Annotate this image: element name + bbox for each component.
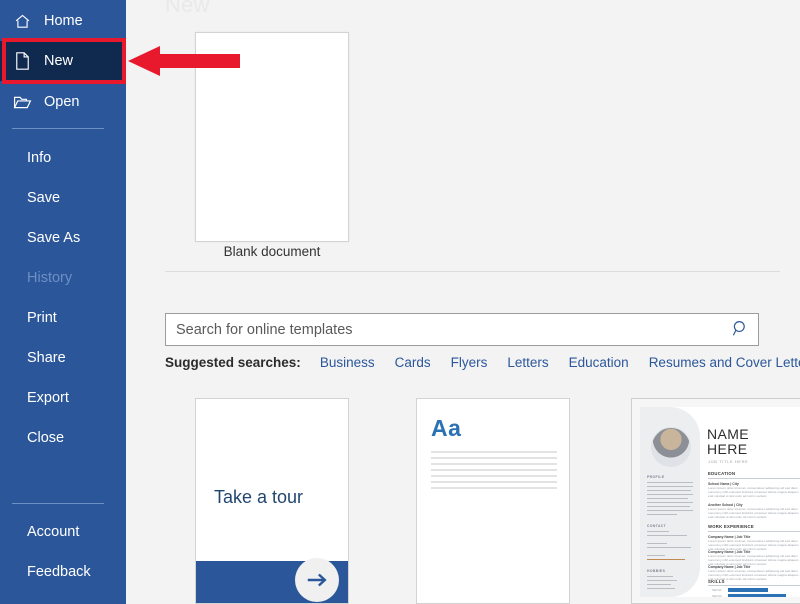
sidebar-item-home-label: Home [44, 13, 83, 29]
sidebar-item-close[interactable]: Close [0, 418, 126, 458]
sidebar-item-open-label: Open [44, 94, 80, 110]
sidebar-item-new-label: New [44, 53, 74, 69]
template-resume-page: PROFILE CONTACT HOBBIES NAME HERE JOB TI… [640, 407, 800, 597]
search-input[interactable] [166, 314, 722, 345]
backstage-sidebar: Home New Open Info Save Save As History … [0, 0, 126, 604]
avatar [651, 427, 691, 467]
template-aa-line [431, 457, 557, 459]
template-resume-skill-label: Skill 02 [712, 594, 722, 597]
suggested-searches: Suggested searches: Business Cards Flyer… [165, 355, 800, 370]
suggested-link-business[interactable]: Business [320, 355, 375, 370]
template-resume-body: Lorem ipsum dolor sit amet, consectetuer… [708, 486, 799, 498]
sidebar-item-info[interactable]: Info [0, 138, 126, 178]
template-card-single-spaced[interactable]: Aa [416, 398, 570, 604]
suggested-link-letters[interactable]: Letters [507, 355, 548, 370]
sidebar-item-open[interactable]: Open [0, 82, 126, 122]
template-aa-line [431, 469, 557, 471]
template-aa-line [431, 481, 557, 483]
template-card-blank-document[interactable] [195, 32, 349, 242]
template-aa-line [431, 463, 557, 465]
sidebar-item-save[interactable]: Save [0, 178, 126, 218]
suggested-searches-label: Suggested searches: [165, 355, 301, 370]
sidebar-item-save-as[interactable]: Save As [0, 218, 126, 258]
sidebar-item-account[interactable]: Account [0, 512, 126, 552]
sidebar-item-export[interactable]: Export [0, 378, 126, 418]
home-icon [12, 11, 32, 31]
suggested-link-education[interactable]: Education [569, 355, 629, 370]
template-card-take-a-tour[interactable]: Take a tour [195, 398, 349, 604]
template-resume-left-section: HOBBIES [647, 569, 666, 573]
template-resume-job-title: JOB TITLE HERE [708, 459, 749, 464]
suggested-link-cards[interactable]: Cards [395, 355, 431, 370]
arrow-right-icon [295, 558, 339, 602]
backstage-main-panel: New Blank document Suggested searches: B… [126, 0, 800, 604]
suggested-link-resumes-and-cover-letters[interactable]: Resumes and Cover Letters [649, 355, 800, 370]
template-take-a-tour-title: Take a tour [214, 487, 304, 507]
template-resume-skill-bar [728, 588, 768, 592]
template-resume-section-work-experience: WORK EXPERIENCE [708, 524, 754, 529]
sidebar-divider-bottom [12, 503, 104, 504]
search-icon [731, 319, 750, 341]
template-aa-line [431, 475, 557, 477]
online-templates-search[interactable] [165, 313, 759, 346]
sidebar-item-new[interactable]: New [0, 41, 126, 81]
template-resume-body: Lorem ipsum dolor sit amet, consectetuer… [708, 507, 799, 519]
template-resume-left-section: CONTACT [647, 524, 667, 528]
sidebar-divider-top [12, 128, 104, 129]
template-aa-title: Aa [431, 415, 462, 441]
section-divider [165, 271, 780, 272]
template-aa-line [431, 451, 557, 453]
template-aa-line [431, 487, 557, 489]
template-resume-skill-label: Skill 01 [712, 588, 722, 592]
template-card-blank-document-label: Blank document [223, 244, 321, 259]
template-card-resume[interactable]: PROFILE CONTACT HOBBIES NAME HERE JOB TI… [631, 398, 800, 604]
template-resume-section-education: EDUCATION [708, 471, 736, 476]
word-backstage-new-screen: Home New Open Info Save Save As History … [0, 0, 800, 604]
template-resume-section-skills: SKILLS [708, 579, 725, 584]
sidebar-item-home[interactable]: Home [0, 1, 126, 41]
suggested-link-flyers[interactable]: Flyers [451, 355, 488, 370]
template-resume-left-section: PROFILE [647, 475, 665, 479]
template-gallery: Take a tour Aa PROFILE CONTACT HOBBIES N… [126, 398, 800, 604]
sidebar-item-feedback[interactable]: Feedback [0, 552, 126, 592]
page-title: New [165, 0, 210, 17]
template-resume-name: NAME HERE [707, 426, 750, 457]
open-folder-icon [12, 92, 32, 112]
template-resume-skill-bar [728, 594, 786, 597]
sidebar-item-options[interactable]: Options [0, 592, 126, 604]
search-button[interactable] [722, 314, 758, 345]
sidebar-item-share[interactable]: Share [0, 338, 126, 378]
new-document-icon [12, 51, 32, 71]
sidebar-item-print[interactable]: Print [0, 298, 126, 338]
sidebar-item-history: History [27, 270, 73, 286]
